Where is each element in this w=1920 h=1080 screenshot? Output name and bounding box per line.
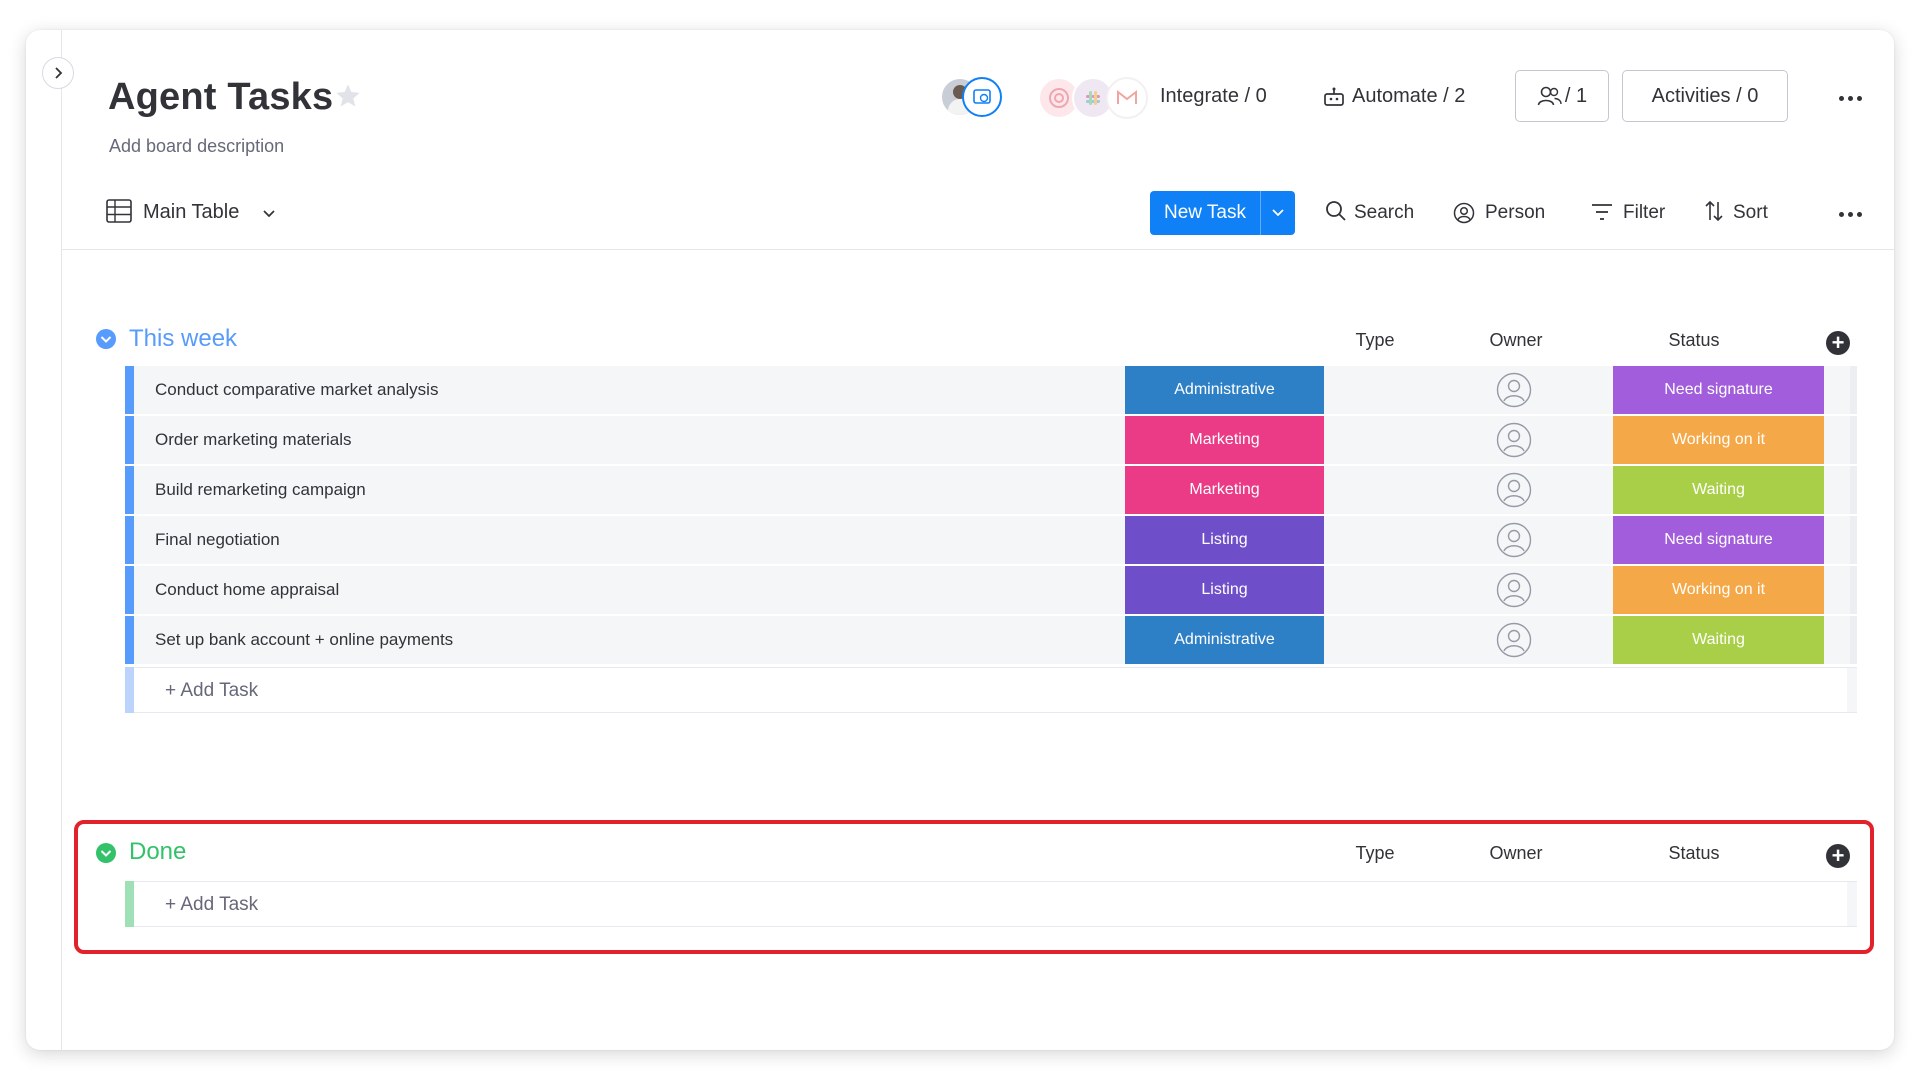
new-task-button[interactable]: New Task <box>1150 191 1295 235</box>
table-view-icon <box>106 199 132 228</box>
table-row[interactable]: Final negotiation Listing Need signature <box>125 516 1857 566</box>
board-viewers[interactable] <box>940 77 1002 117</box>
task-name[interactable]: Conduct comparative market analysis <box>155 380 438 400</box>
type-cell[interactable]: Administrative <box>1125 366 1324 414</box>
person-icon <box>1453 202 1475 229</box>
status-cell[interactable]: Waiting <box>1613 616 1824 664</box>
toolbar-more-icon[interactable] <box>1839 212 1862 217</box>
status-cell[interactable]: Working on it <box>1613 416 1824 464</box>
new-task-dropdown-icon[interactable] <box>1261 208 1295 218</box>
table-row[interactable]: Order marketing materials Marketing Work… <box>125 416 1857 466</box>
robot-icon <box>1322 87 1346 114</box>
column-header-status[interactable]: Status <box>1589 330 1799 351</box>
favorite-star-icon[interactable] <box>334 82 362 115</box>
owner-avatar-icon[interactable] <box>1496 422 1532 463</box>
add-task-input[interactable]: + Add Task <box>165 680 258 702</box>
board-more-icon[interactable] <box>1839 96 1862 101</box>
add-column-icon[interactable]: + <box>1826 331 1850 355</box>
members-button[interactable]: / 1 <box>1515 70 1609 122</box>
toolbar-divider <box>62 249 1894 250</box>
integrations-stack[interactable] <box>1038 77 1154 119</box>
column-header-owner[interactable]: Owner <box>1445 330 1587 351</box>
group-title-this-week[interactable]: This week <box>129 325 237 353</box>
sort-icon <box>1704 200 1724 227</box>
status-cell[interactable]: Working on it <box>1613 566 1824 614</box>
add-column-icon[interactable]: + <box>1826 844 1850 868</box>
column-header-owner[interactable]: Owner <box>1445 843 1587 864</box>
group-collapse-icon[interactable] <box>95 842 117 869</box>
status-cell[interactable]: Need signature <box>1613 366 1824 414</box>
person-filter-button[interactable]: Person <box>1485 202 1545 224</box>
task-name[interactable]: Final negotiation <box>155 530 280 550</box>
table-row[interactable]: Build remarketing campaign Marketing Wai… <box>125 466 1857 516</box>
members-count: / 1 <box>1564 84 1588 107</box>
search-button[interactable]: Search <box>1354 202 1414 224</box>
gmail-icon <box>1106 77 1148 119</box>
table-row[interactable]: Conduct comparative market analysis Admi… <box>125 366 1857 416</box>
add-task-input[interactable]: + Add Task <box>165 894 258 916</box>
status-cell[interactable]: Need signature <box>1613 516 1824 564</box>
type-cell[interactable]: Listing <box>1125 566 1324 614</box>
new-task-label: New Task <box>1163 202 1246 223</box>
type-cell[interactable]: Marketing <box>1125 466 1324 514</box>
chevron-right-icon <box>55 67 63 79</box>
view-tab-main-table[interactable]: Main Table <box>143 201 239 224</box>
owner-avatar-icon[interactable] <box>1496 622 1532 663</box>
owner-avatar-icon[interactable] <box>1496 572 1532 613</box>
type-cell[interactable]: Administrative <box>1125 616 1324 664</box>
filter-icon <box>1591 203 1613 226</box>
sidebar-divider <box>61 30 62 1050</box>
activities-button[interactable]: Activities / 0 <box>1622 70 1788 122</box>
group-collapse-icon[interactable] <box>95 328 117 355</box>
board-card: Agent Tasks Add board description Integr… <box>26 30 1894 1050</box>
group-title-done[interactable]: Done <box>129 838 186 866</box>
column-header-status[interactable]: Status <box>1589 843 1799 864</box>
guest-view-icon <box>962 77 1002 117</box>
status-cell[interactable]: Waiting <box>1613 466 1824 514</box>
owner-avatar-icon[interactable] <box>1496 522 1532 563</box>
add-task-row[interactable]: + Add Task <box>125 667 1857 713</box>
board-description[interactable]: Add board description <box>109 136 284 157</box>
task-name[interactable]: Set up bank account + online payments <box>155 630 453 650</box>
sort-button[interactable]: Sort <box>1733 202 1768 224</box>
task-name[interactable]: Conduct home appraisal <box>155 580 339 600</box>
integrate-button[interactable]: Integrate / 0 <box>1160 85 1267 108</box>
type-cell[interactable]: Listing <box>1125 516 1324 564</box>
owner-avatar-icon[interactable] <box>1496 372 1532 413</box>
table-row[interactable]: Conduct home appraisal Listing Working o… <box>125 566 1857 616</box>
table-row[interactable]: Set up bank account + online payments Ad… <box>125 616 1857 666</box>
chevron-down-icon[interactable] <box>262 206 276 224</box>
add-task-row[interactable]: + Add Task <box>125 881 1857 927</box>
sidebar-toggle-button[interactable] <box>42 57 74 89</box>
board-title[interactable]: Agent Tasks <box>108 76 333 119</box>
task-name[interactable]: Order marketing materials <box>155 430 352 450</box>
search-icon <box>1325 200 1347 227</box>
task-name[interactable]: Build remarketing campaign <box>155 480 366 500</box>
type-cell[interactable]: Marketing <box>1125 416 1324 464</box>
filter-button[interactable]: Filter <box>1623 202 1665 224</box>
owner-avatar-icon[interactable] <box>1496 472 1532 513</box>
automate-button[interactable]: Automate / 2 <box>1352 85 1465 108</box>
people-icon <box>1537 86 1562 106</box>
